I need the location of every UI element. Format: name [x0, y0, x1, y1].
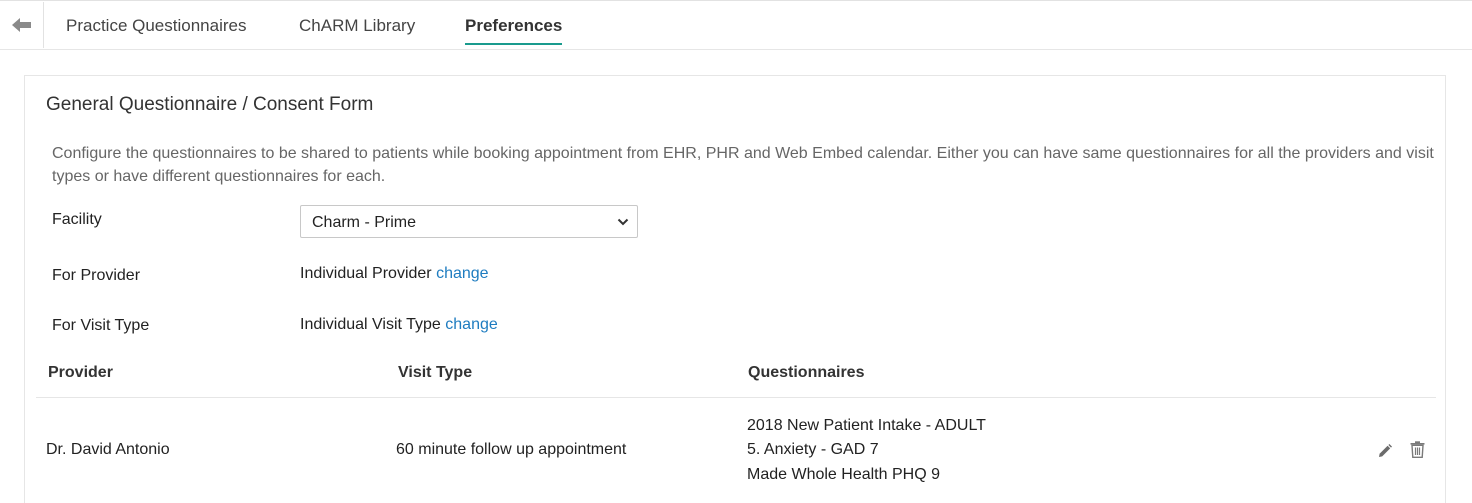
- visit-type-change-link[interactable]: change: [445, 316, 498, 333]
- tab-label: Practice Questionnaires: [66, 16, 247, 35]
- active-tab-indicator: [465, 43, 563, 45]
- visit-type-label: For Visit Type: [52, 317, 150, 334]
- column-header-visit-type: Visit Type: [398, 364, 473, 381]
- provider-label: For Provider: [52, 267, 141, 284]
- column-header-questionnaires: Questionnaires: [748, 364, 865, 381]
- facility-select[interactable]: Charm - Prime: [300, 205, 638, 238]
- row-visit-type: 60 minute follow up appointment: [396, 441, 627, 458]
- tab-preferences[interactable]: Preferences: [465, 1, 563, 49]
- row-provider: Dr. David Antonio: [46, 441, 170, 458]
- row-questionnaire-item: 5. Anxiety - GAD 7: [747, 441, 879, 458]
- visit-type-setting: Individual Visit Type change: [300, 316, 498, 334]
- facility-label: Facility: [52, 211, 102, 228]
- visit-type-setting-value: Individual Visit Type: [300, 316, 441, 333]
- row-questionnaire-item: Made Whole Health PHQ 9: [747, 466, 940, 483]
- row-questionnaire-item: 2018 New Patient Intake - ADULT: [747, 417, 986, 434]
- back-arrow-icon: [11, 18, 31, 32]
- provider-setting-value: Individual Provider: [300, 265, 432, 282]
- section-description: Configure the questionnaires to be share…: [52, 145, 1434, 185]
- provider-change-link[interactable]: change: [436, 265, 489, 282]
- provider-setting: Individual Provider change: [300, 265, 489, 283]
- column-header-provider: Provider: [48, 364, 113, 381]
- edit-icon[interactable]: [1377, 443, 1393, 459]
- tab-label: ChARM Library: [299, 16, 416, 35]
- delete-icon[interactable]: [1410, 441, 1425, 458]
- tab-label: Preferences: [465, 16, 563, 35]
- top-nav-bar: Practice Questionnaires ChARM Library Pr…: [0, 0, 1472, 50]
- section-title: General Questionnaire / Consent Form: [46, 94, 374, 115]
- tab-practice-questionnaires[interactable]: Practice Questionnaires: [66, 1, 246, 49]
- back-button[interactable]: [0, 2, 44, 48]
- chevron-down-icon: [617, 218, 629, 226]
- tab-charm-library[interactable]: ChARM Library: [299, 1, 415, 49]
- preferences-panel: [24, 75, 1446, 503]
- table-divider: [36, 397, 1436, 398]
- facility-selected-value: Charm - Prime: [312, 214, 417, 231]
